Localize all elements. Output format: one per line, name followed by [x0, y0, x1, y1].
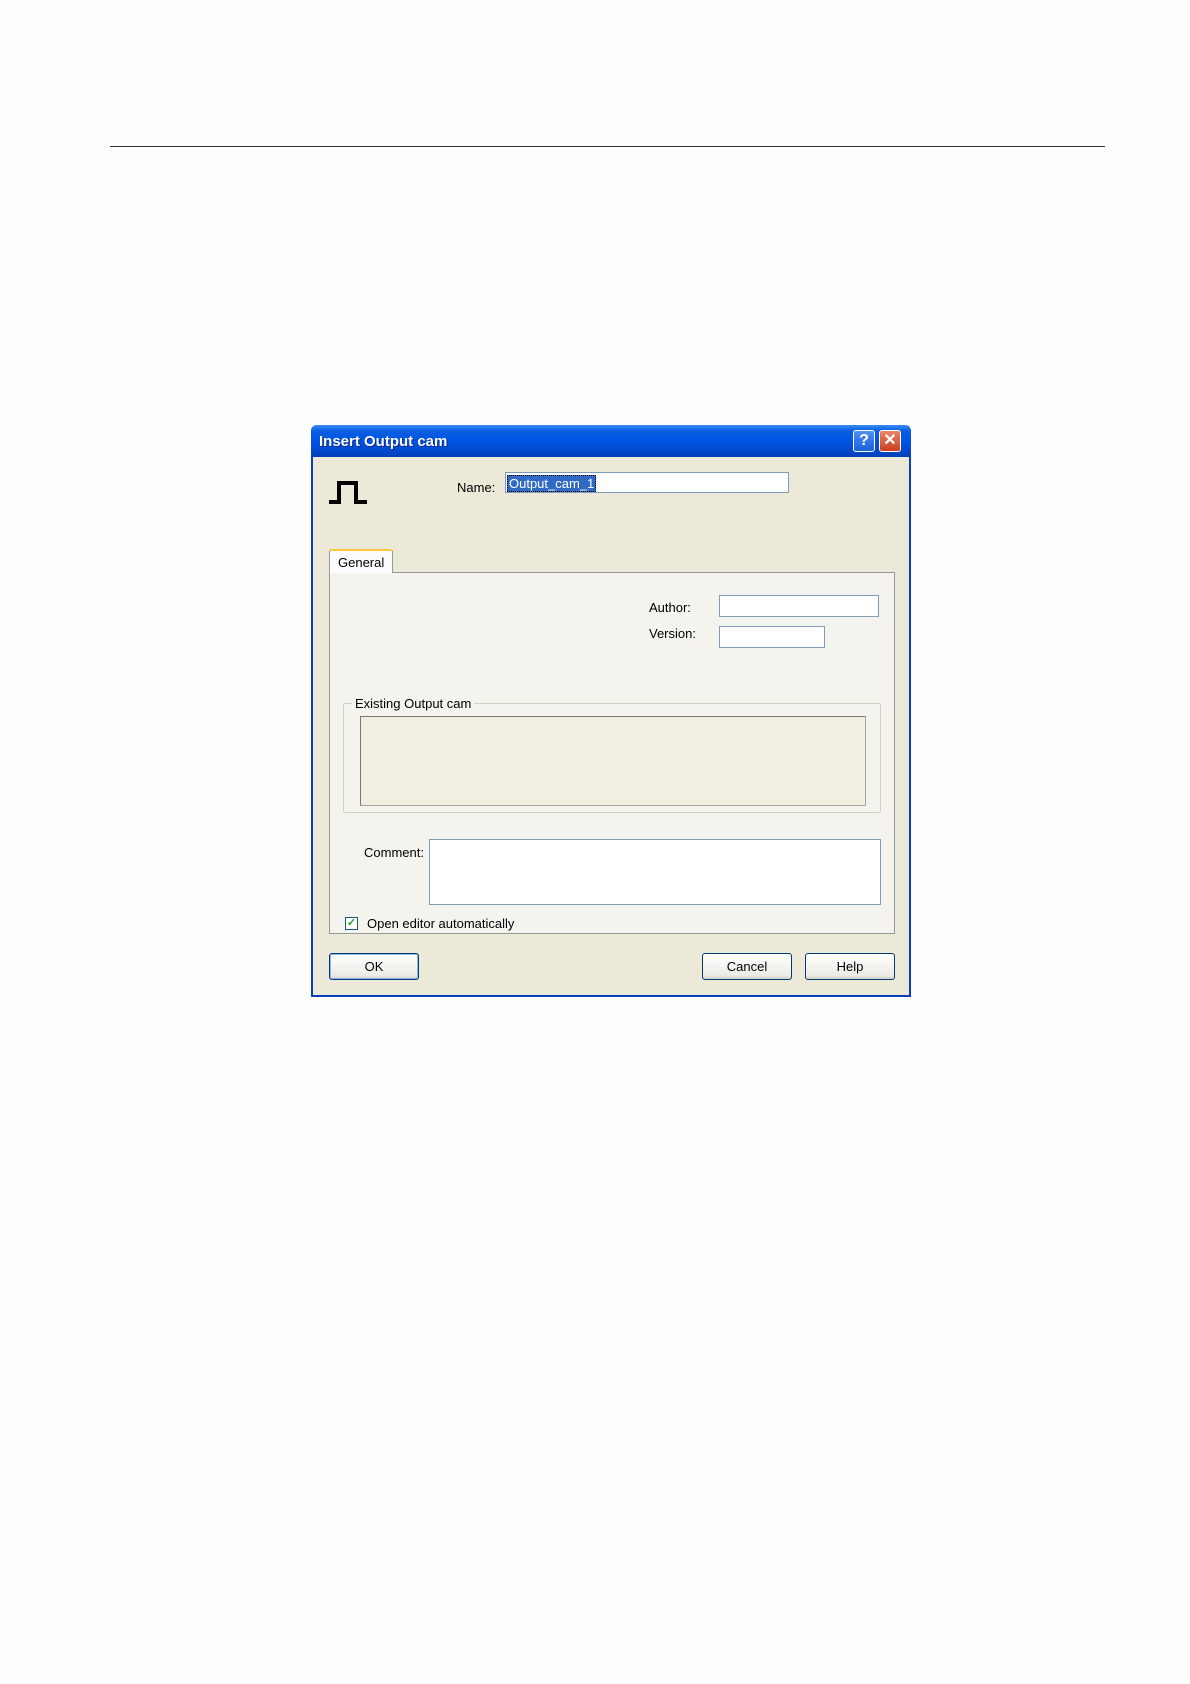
cancel-button[interactable]: Cancel — [702, 953, 792, 980]
help-button[interactable]: Help — [805, 953, 895, 980]
author-input[interactable] — [719, 595, 879, 617]
name-input[interactable]: Output_cam_1 — [505, 472, 789, 493]
comment-input[interactable] — [429, 839, 881, 905]
existing-output-cam-label: Existing Output cam — [352, 696, 475, 711]
existing-output-cam-list[interactable] — [360, 716, 866, 806]
ok-button[interactable]: OK — [329, 953, 419, 980]
open-editor-label[interactable]: Open editor automatically — [367, 916, 514, 931]
page-header-rule — [110, 146, 1105, 147]
version-label: Version: — [649, 626, 696, 641]
name-label: Name: — [457, 480, 496, 495]
dialog-titlebar[interactable]: Insert Output cam ? ✕ — [311, 425, 911, 457]
output-cam-pulse-icon — [329, 481, 367, 504]
name-input-value: Output_cam_1 — [507, 475, 597, 492]
insert-output-cam-dialog: Insert Output cam ? ✕ Name: Output_cam_1… — [311, 425, 911, 997]
comment-label: Comment: — [364, 845, 424, 860]
general-tab-panel: Author: Version: Existing Output cam Com… — [329, 572, 895, 934]
title-help-button[interactable]: ? — [853, 430, 875, 452]
author-label: Author: — [649, 600, 691, 615]
title-close-button[interactable]: ✕ — [879, 430, 901, 452]
tab-general[interactable]: General — [329, 549, 393, 573]
existing-output-cam-group: Existing Output cam — [343, 696, 881, 813]
open-editor-checkbox[interactable]: ✓ — [345, 917, 358, 930]
dialog-title: Insert Output cam — [319, 433, 448, 450]
tab-general-label: General — [338, 555, 385, 570]
version-input[interactable] — [719, 626, 825, 648]
